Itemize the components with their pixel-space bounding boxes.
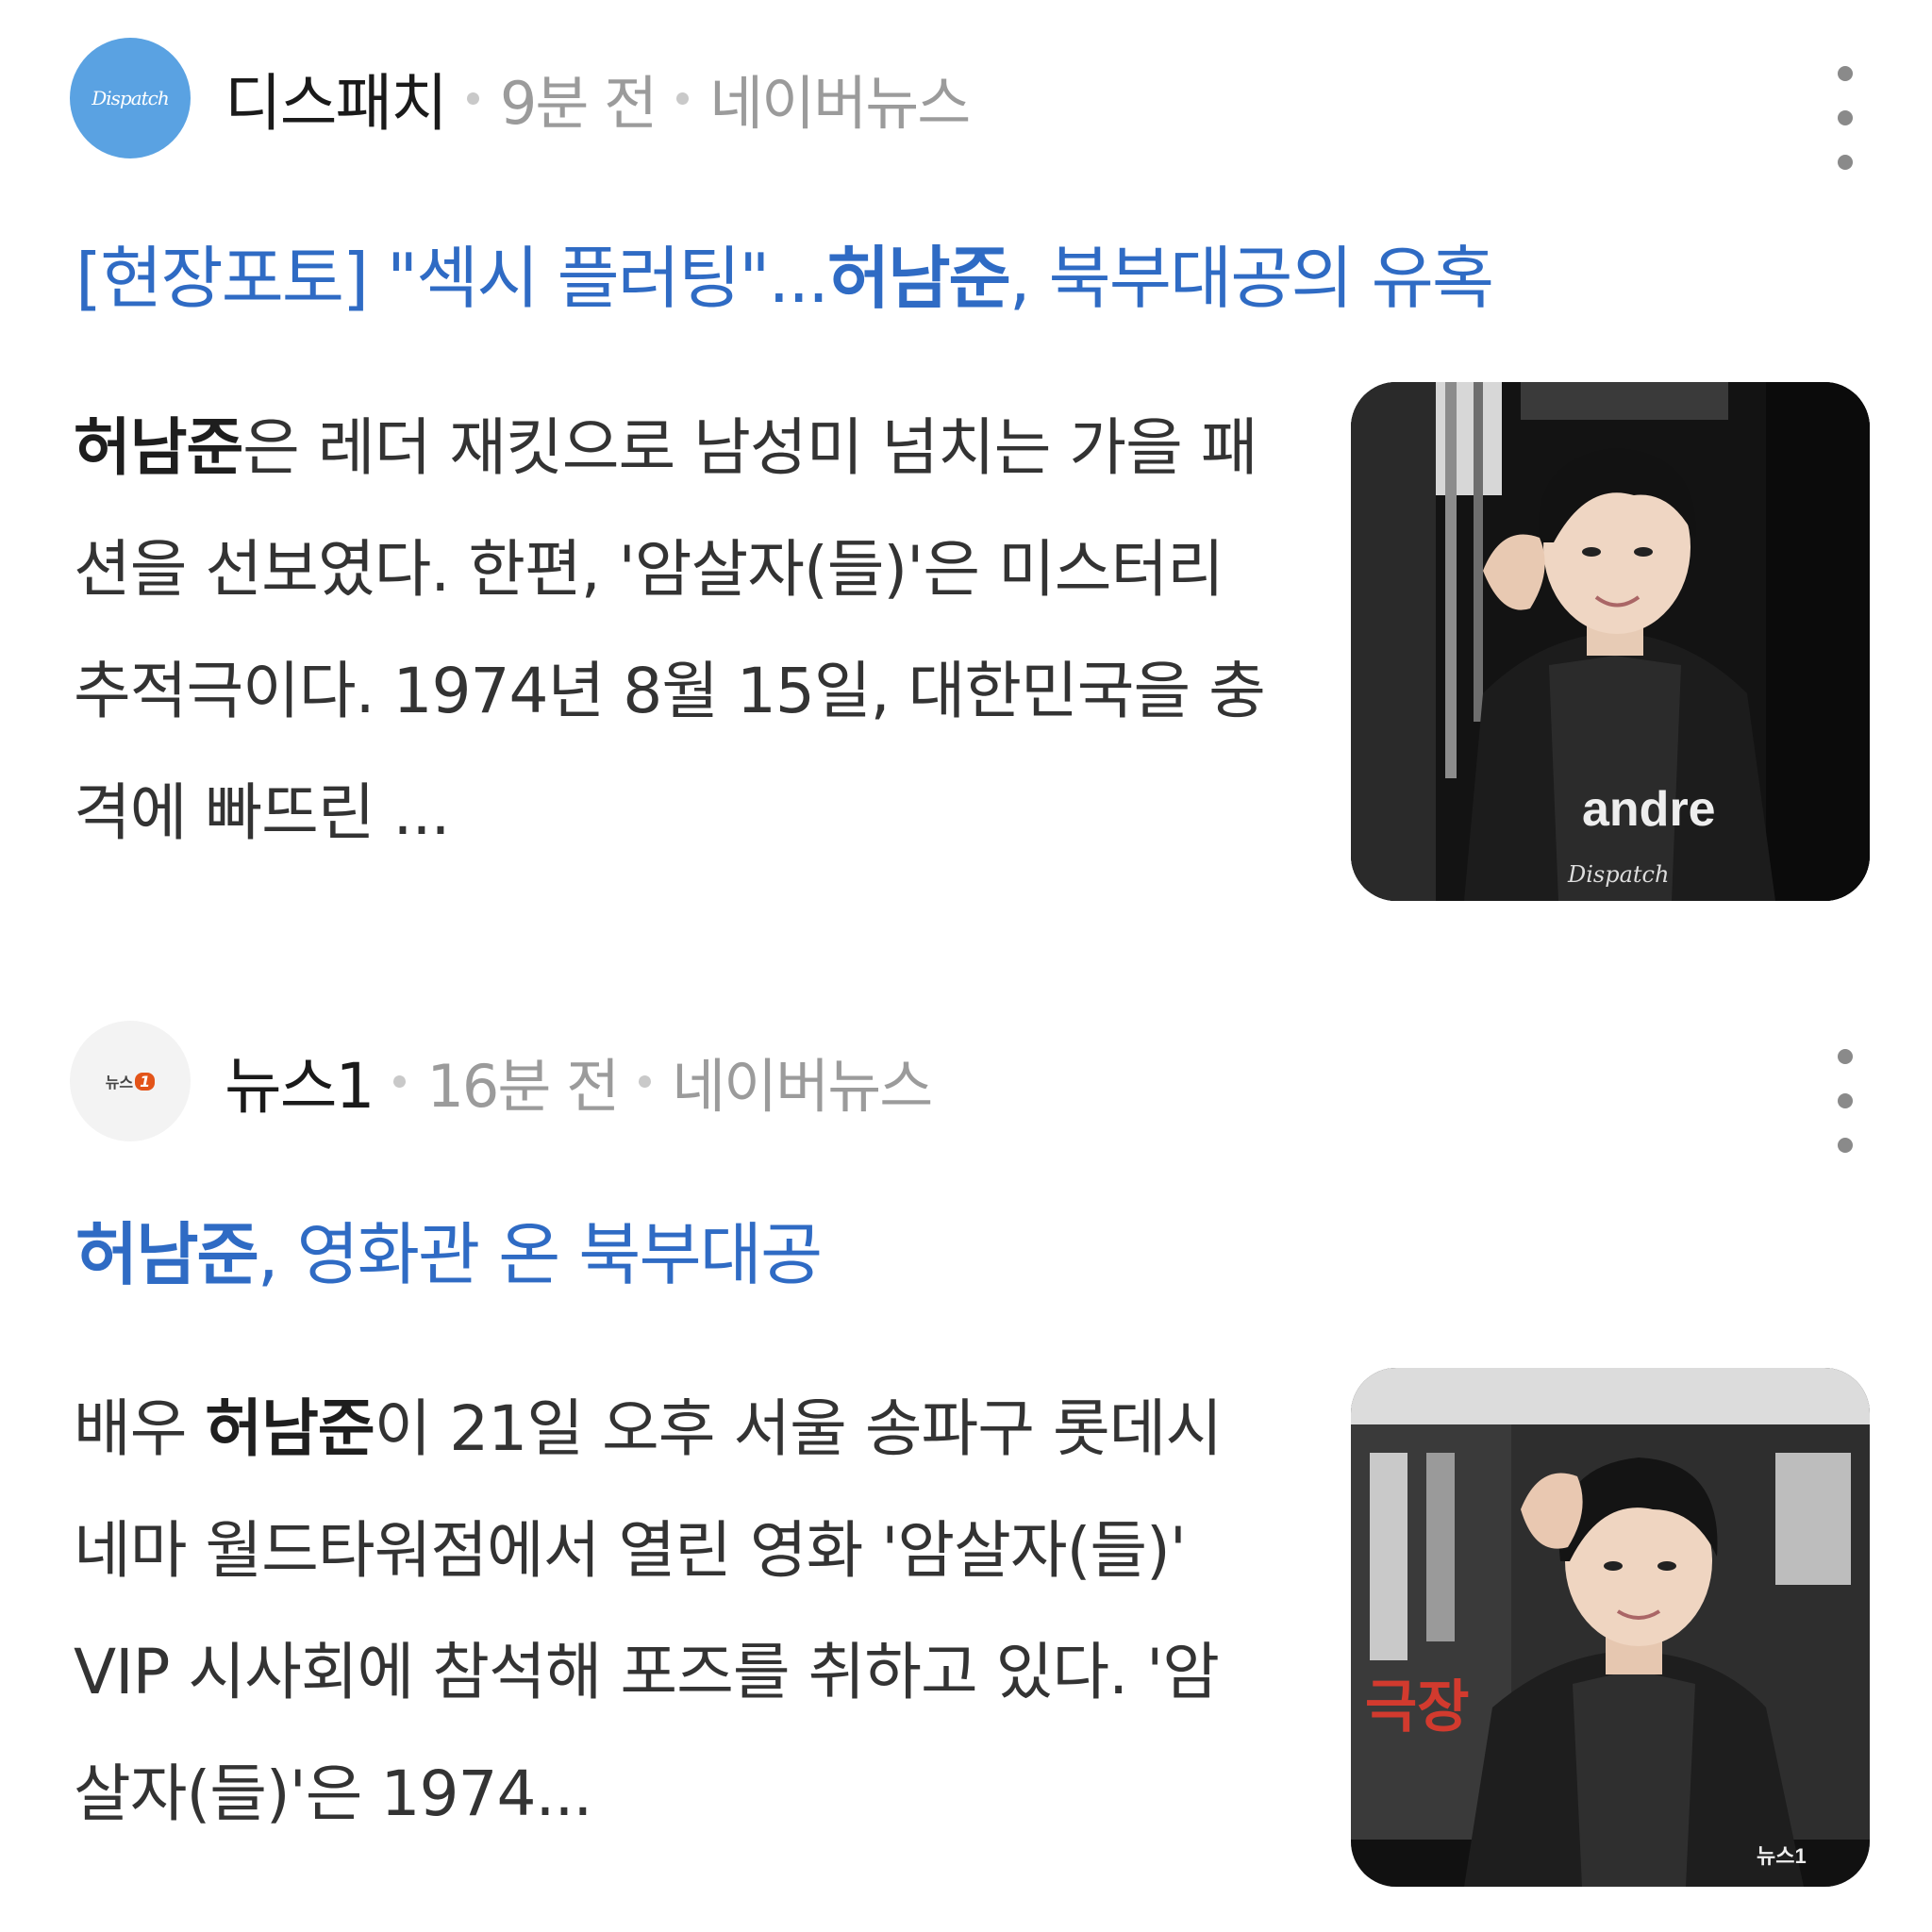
thumbnail-image: 극장 뉴스1 [1351, 1368, 1870, 1887]
thumbnail-image: andre Dispatch [1351, 382, 1870, 901]
platform-label[interactable]: 네이버뉴스 [672, 1039, 933, 1124]
article-thumbnail[interactable]: andre Dispatch [1351, 382, 1870, 901]
source-logo[interactable]: Dispatch [70, 38, 191, 158]
time-ago: 16분 전 [426, 1052, 620, 1121]
separator-dot [639, 1074, 652, 1088]
headline-suffix: , 영화관 온 북부대공 [257, 1215, 823, 1294]
separator-dot [393, 1074, 407, 1088]
article-summary[interactable]: 배우 허남준이 21일 오후 서울 송파구 롯데시네마 월드타워점에서 열린 영… [74, 1368, 1272, 1855]
separator-dot [466, 92, 479, 105]
summary-text: 은 레더 재킷으로 남성미 넘치는 가을 패션을 선보였다. 한편, '암살자(… [74, 411, 1266, 849]
summary-keyword: 허남준 [205, 1392, 375, 1465]
source-name[interactable]: 디스패치 [225, 53, 448, 143]
source-row: 뉴스 1 뉴스1 16분 전 네이버뉴스 [70, 1019, 933, 1143]
more-options-icon[interactable] [1826, 66, 1864, 170]
image-watermark: Dispatch [1567, 861, 1669, 888]
platform-label[interactable]: 네이버뉴스 [709, 56, 971, 141]
article-thumbnail[interactable]: 극장 뉴스1 [1351, 1368, 1870, 1887]
headline-link[interactable]: [현장포토] "섹시 플러팅"...허남준, 북부대공의 유혹 [75, 226, 1868, 330]
summary-prefix: 배우 [74, 1392, 206, 1465]
article-summary[interactable]: 허남준은 레더 재킷으로 남성미 넘치는 가을 패션을 선보였다. 한편, '암… [74, 387, 1272, 874]
shirt-text: andre [1582, 782, 1716, 837]
source-logo-text: Dispatch [92, 87, 170, 109]
headline-keyword: 허남준 [75, 1215, 259, 1294]
headline-keyword: 허남준 [827, 239, 1011, 318]
source-logo-mark: 1 [135, 1072, 156, 1091]
source-name[interactable]: 뉴스1 [225, 1036, 375, 1126]
poster-text: 극장 [1365, 1675, 1469, 1739]
more-options-icon[interactable] [1826, 1049, 1864, 1153]
headline-link[interactable]: 허남준, 영화관 온 북부대공 [75, 1203, 1868, 1307]
image-watermark: 뉴스1 [1757, 1844, 1807, 1868]
separator-dot [676, 92, 690, 105]
source-row: Dispatch 디스패치 9분 전 네이버뉴스 [70, 36, 971, 160]
news-card[interactable]: Dispatch 디스패치 9분 전 네이버뉴스 [현장포토] "섹시 플러팅"… [0, 0, 1932, 962]
time-ago: 9분 전 [499, 69, 658, 138]
headline-suffix: , 북부대공의 유혹 [1008, 239, 1494, 318]
headline-prefix: [현장포토] "섹시 플러팅"... [75, 239, 829, 318]
source-logo-text: 뉴스 [105, 1074, 134, 1091]
news-card[interactable]: 뉴스 1 뉴스1 16분 전 네이버뉴스 허남준, 영화관 온 북부대공 배우 허… [0, 991, 1932, 1932]
source-logo[interactable]: 뉴스 1 [70, 1021, 191, 1141]
summary-keyword: 허남준 [74, 411, 243, 484]
